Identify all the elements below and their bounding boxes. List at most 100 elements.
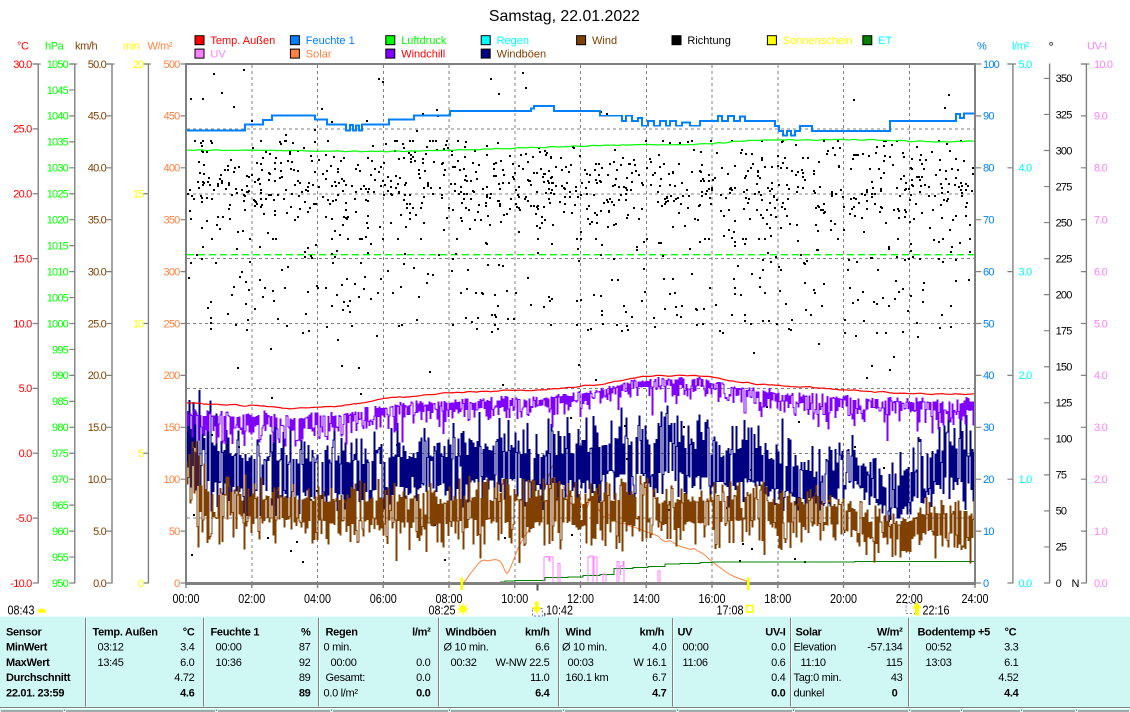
svg-text:75: 75 [1056,470,1067,482]
svg-text:00:00: 00:00 [331,657,357,669]
svg-text:100: 100 [983,59,1000,71]
svg-text:250: 250 [1056,217,1073,229]
svg-text:1050: 1050 [47,59,69,71]
svg-text:1040: 1040 [47,111,69,123]
svg-text:0.0: 0.0 [416,657,431,669]
svg-text:0: 0 [174,578,180,590]
svg-text:N: N [1072,578,1080,590]
svg-text:Elevation: Elevation [794,642,837,654]
svg-text:Feuchte 1: Feuchte 1 [306,35,355,47]
svg-text:20.0: 20.0 [13,189,32,201]
svg-text:0.0: 0.0 [771,642,786,654]
svg-text:22:00: 22:00 [896,592,923,606]
svg-text:60: 60 [983,266,994,278]
svg-text:40.0: 40.0 [88,163,107,175]
svg-text:2.0: 2.0 [1094,474,1108,486]
svg-text:Bodentemp +5: Bodentemp +5 [918,626,991,638]
svg-text:2.0: 2.0 [1019,370,1033,382]
svg-text:7.0: 7.0 [1094,215,1108,227]
svg-text:0: 0 [892,688,898,700]
svg-text:150: 150 [164,422,181,434]
svg-text:25: 25 [1056,542,1067,554]
svg-text:00:00: 00:00 [683,642,709,654]
svg-text:08:25: 08:25 [429,603,456,617]
svg-text:20.0: 20.0 [88,370,107,382]
svg-text:92: 92 [299,657,311,669]
svg-text:UV: UV [210,49,226,61]
svg-text:4.7: 4.7 [652,688,667,700]
svg-text:00:00: 00:00 [216,642,242,654]
svg-text:1.0: 1.0 [1094,526,1108,538]
svg-text:10.0: 10.0 [1094,59,1113,71]
svg-text:100: 100 [1056,434,1073,446]
svg-text:25.0: 25.0 [13,124,32,136]
svg-text:Temp. Außen: Temp. Außen [210,35,275,47]
svg-text:1015: 1015 [47,240,69,252]
svg-text:Ø 10 min.: Ø 10 min. [562,642,607,654]
svg-text:km/h: km/h [525,626,550,638]
svg-text:1025: 1025 [47,189,69,201]
svg-text:30: 30 [983,422,994,434]
svg-text:87: 87 [299,642,311,654]
svg-text:UV-I: UV-I [1087,41,1107,53]
svg-text:950: 950 [52,578,69,590]
svg-text:Tag:0 min.: Tag:0 min. [794,672,842,684]
svg-text:Ø 10 min.: Ø 10 min. [444,642,489,654]
svg-text:-57.134: -57.134 [867,642,902,654]
svg-text:Samstag, 22.01.2022: Samstag, 22.01.2022 [489,8,640,25]
svg-text:1035: 1035 [47,137,69,149]
svg-text:W/m²: W/m² [877,626,903,638]
svg-text:Richtung: Richtung [687,35,730,47]
svg-text:Wind: Wind [592,35,617,47]
svg-text:50: 50 [1056,506,1067,518]
svg-text:4.0: 4.0 [652,642,667,654]
svg-text:0.6: 0.6 [771,657,786,669]
svg-text:25.0: 25.0 [88,318,107,330]
svg-text:10.0: 10.0 [13,318,32,330]
svg-text:6.7: 6.7 [652,672,667,684]
svg-text:0.0: 0.0 [19,448,33,460]
svg-text:1010: 1010 [47,266,69,278]
svg-text:0: 0 [983,578,989,590]
svg-text:89: 89 [299,672,311,684]
svg-text:00:03: 00:03 [568,657,594,669]
svg-text:11:06: 11:06 [683,657,708,669]
svg-text:00:52: 00:52 [926,642,952,654]
svg-text:W-NW 22.5: W-NW 22.5 [496,657,550,669]
svg-text:1020: 1020 [47,215,69,227]
svg-text:275: 275 [1056,181,1073,193]
svg-text:5.0: 5.0 [19,383,33,395]
svg-text:UV: UV [678,626,694,638]
svg-text:980: 980 [52,422,69,434]
svg-text:45.0: 45.0 [88,111,107,123]
svg-text:955: 955 [52,552,69,564]
svg-text:6.0: 6.0 [180,657,195,669]
svg-text:11.0: 11.0 [530,672,550,684]
svg-text:Regen: Regen [326,626,359,638]
svg-text:6.1: 6.1 [1004,657,1019,669]
svg-text:0.0: 0.0 [416,672,431,684]
svg-text:1000: 1000 [47,318,69,330]
svg-text:%: % [301,626,311,638]
svg-text:Sonnenschein: Sonnenschein [783,35,853,47]
svg-text:4.6: 4.6 [180,688,195,700]
svg-text:-5.0: -5.0 [16,513,32,525]
svg-text:1.0: 1.0 [1019,474,1033,486]
svg-text:13:03: 13:03 [926,657,952,669]
svg-text:l/m²: l/m² [1012,41,1029,53]
svg-text:3.4: 3.4 [180,642,195,654]
svg-text:Windböen: Windböen [446,626,497,638]
svg-text:985: 985 [52,396,69,408]
svg-text:10:42: 10:42 [546,603,573,617]
svg-text:0.0: 0.0 [1094,578,1108,590]
svg-text:20: 20 [983,474,994,486]
svg-text:300: 300 [164,266,181,278]
svg-text:6.6: 6.6 [535,642,550,654]
svg-text:350: 350 [1056,73,1073,85]
svg-text:5.0: 5.0 [1094,318,1108,330]
svg-text:03:12: 03:12 [98,642,124,654]
svg-text:00:32: 00:32 [451,657,477,669]
svg-text:0 min.: 0 min. [324,642,352,654]
svg-text:15.0: 15.0 [88,422,107,434]
svg-text:995: 995 [52,344,69,356]
